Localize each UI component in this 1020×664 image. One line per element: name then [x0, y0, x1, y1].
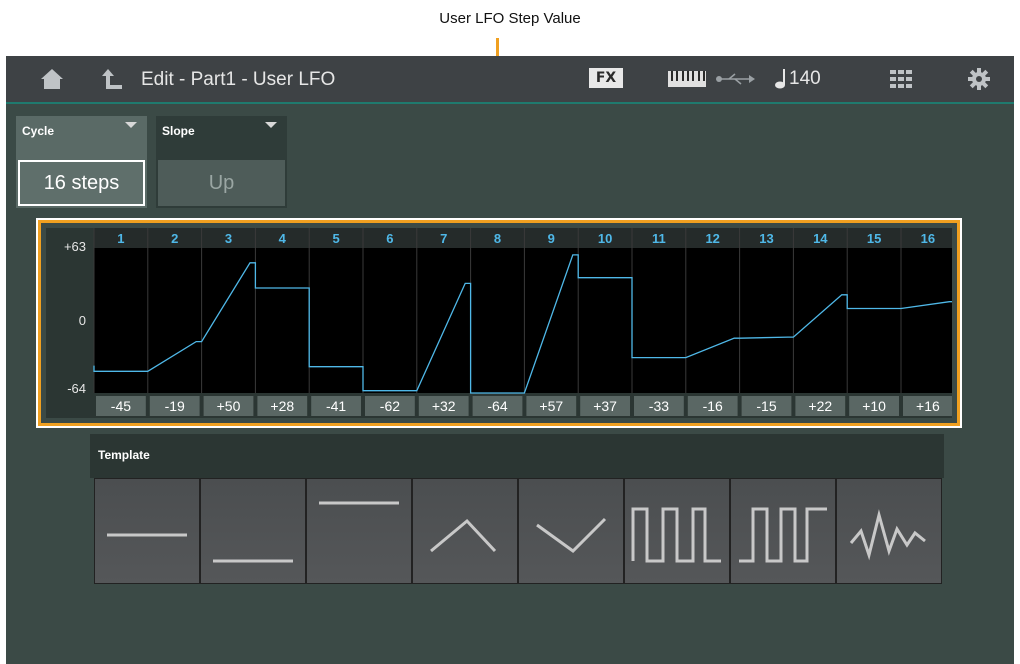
slope-param[interactable]: Slope Up — [156, 116, 287, 208]
step-value-label[interactable]: +50 — [217, 398, 241, 414]
step-number: 7 — [440, 231, 447, 246]
step-number: 3 — [225, 231, 232, 246]
step-number: 11 — [652, 231, 666, 246]
step-number: 1 — [117, 231, 124, 246]
step-number: 10 — [598, 231, 612, 246]
step-value-label[interactable]: -62 — [380, 398, 400, 414]
usb-icon — [712, 56, 758, 102]
square-wave-icon — [631, 507, 721, 563]
template-triangle-down-button[interactable] — [518, 478, 624, 584]
y-axis-label: 0 — [79, 313, 86, 328]
plot-area[interactable] — [94, 248, 955, 393]
step-value-label[interactable]: +10 — [862, 398, 886, 414]
step-graph-svg[interactable]: +630-641 2 3 4 5 6 7 8 9 10 11 12 13 14 15 16-45 -19 +50 +… — [46, 228, 956, 418]
dropdown-arrow-icon — [125, 122, 137, 128]
synth-screen: Edit - Part1 - User LFO FX 140 Cycle 16 … — [6, 56, 1014, 664]
annotation-title: User LFO Step Value — [439, 10, 581, 27]
flat-low-wave-icon — [213, 559, 293, 563]
cycle-param[interactable]: Cycle 16 steps — [16, 116, 147, 208]
step-value-label[interactable]: +22 — [808, 398, 832, 414]
step-graph[interactable]: +63 0 -64 1 2 3 4 5 6 7 8 9 10 11 12 13 14 15 16 -45 -19 +50 +… — [46, 228, 956, 418]
triangle-down-wave-icon — [536, 517, 607, 553]
step-value-label[interactable]: -45 — [111, 398, 131, 414]
top-bar: Edit - Part1 - User LFO FX 140 — [6, 56, 1014, 104]
step-graph-highlight: +63 0 -64 1 2 3 4 5 6 7 8 9 10 11 12 13 14 15 16 -45 -19 +50 +… — [36, 218, 962, 428]
step-value-label[interactable]: -64 — [487, 398, 507, 414]
step-value-label[interactable]: -19 — [165, 398, 185, 414]
step-number: 16 — [921, 231, 935, 246]
grid-icon[interactable] — [886, 56, 916, 102]
home-icon[interactable] — [32, 56, 72, 102]
template-square-b-button[interactable] — [730, 478, 836, 584]
template-flat-high-button[interactable] — [306, 478, 412, 584]
template-label: Template — [98, 448, 150, 462]
triangle-up-wave-icon — [430, 518, 497, 553]
step-number: 13 — [759, 231, 773, 246]
step-number: 2 — [171, 231, 178, 246]
template-flat-low-button[interactable] — [200, 478, 306, 584]
step-number: 6 — [386, 231, 393, 246]
step-value-label[interactable]: -41 — [326, 398, 346, 414]
step-value-label[interactable]: -33 — [649, 398, 669, 414]
y-axis-label: +63 — [64, 239, 86, 254]
dropdown-arrow-icon — [265, 122, 277, 128]
cycle-value[interactable]: 16 steps — [18, 160, 145, 206]
y-axis-label: -64 — [67, 381, 86, 396]
step-number: 12 — [705, 231, 719, 246]
random-wave-icon — [849, 509, 926, 561]
step-number: 14 — [813, 231, 828, 246]
breadcrumb: Edit - Part1 - User LFO — [141, 69, 336, 90]
step-value-label[interactable]: +57 — [539, 398, 563, 414]
tempo-value[interactable]: 140 — [789, 68, 821, 90]
step-number: 4 — [279, 231, 287, 246]
template-buttons — [94, 478, 944, 584]
square-wave-icon — [739, 507, 827, 563]
template-header: Template — [90, 434, 944, 478]
gear-icon[interactable] — [964, 56, 994, 102]
keyboard-icon — [666, 56, 708, 102]
step-number: 5 — [332, 231, 339, 246]
fx-icon[interactable]: FX — [589, 68, 623, 88]
template-random-button[interactable] — [836, 478, 942, 584]
slope-value[interactable]: Up — [158, 160, 285, 206]
template-flat-middle-button[interactable] — [94, 478, 200, 584]
step-number: 8 — [494, 231, 501, 246]
step-number: 9 — [548, 231, 555, 246]
cycle-label: Cycle — [22, 124, 55, 138]
template-triangle-up-button[interactable] — [412, 478, 518, 584]
step-value-label[interactable]: -15 — [756, 398, 776, 414]
back-icon[interactable] — [94, 56, 130, 102]
step-value-label[interactable]: +28 — [270, 398, 294, 414]
slope-label: Slope — [162, 124, 195, 138]
flat-high-wave-icon — [319, 501, 399, 505]
step-value-label[interactable]: +32 — [432, 398, 456, 414]
step-number: 15 — [867, 231, 881, 246]
step-value-label[interactable]: +37 — [593, 398, 617, 414]
step-value-label[interactable]: -16 — [703, 398, 723, 414]
template-square-a-button[interactable] — [624, 478, 730, 584]
step-value-label[interactable]: +16 — [916, 398, 940, 414]
flat-middle-wave-icon — [107, 533, 187, 537]
note-icon — [772, 56, 790, 102]
